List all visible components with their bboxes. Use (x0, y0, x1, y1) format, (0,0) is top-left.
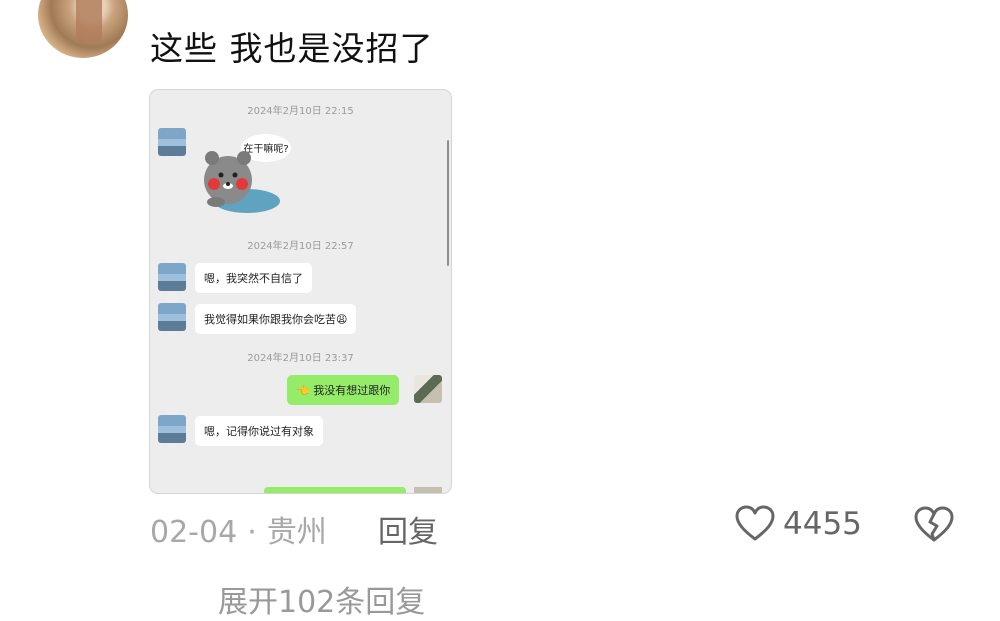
comment-location: 贵州 (266, 515, 327, 550)
chat-message-cutoff (264, 487, 406, 493)
chat-avatar (158, 263, 186, 291)
chat-message: 我觉得如果你跟我你会吃苦😩 (195, 304, 357, 334)
chat-screenshot-image[interactable]: 2024年2月10日 22:15 在干嘛呢? 2024年2月10日 22:57 … (149, 89, 452, 494)
dislike-button[interactable] (914, 506, 954, 548)
like-button[interactable]: 4455 (735, 505, 862, 543)
chat-avatar-cutoff (414, 487, 442, 493)
sticker-text: 在干嘛呢? (243, 142, 288, 155)
chat-avatar (158, 303, 186, 331)
heart-outline-icon[interactable] (735, 505, 775, 543)
bear-sticker-icon: 在干嘛呢? (204, 134, 291, 213)
like-count: 4455 (783, 506, 862, 542)
chat-message-self: 👈 我没有想过跟你 (287, 375, 400, 405)
comment-meta: 02-04 · 贵州 (150, 507, 327, 551)
expand-replies-button[interactable]: 展开102条回复 (218, 577, 425, 621)
chat-timestamp: 2024年2月10日 23:37 (247, 353, 354, 364)
commenter-avatar[interactable] (38, 0, 128, 58)
comment-date: 02-04 (150, 515, 238, 550)
comment-text: 这些 我也是没招了 (150, 29, 434, 68)
meta-separator: · (247, 515, 257, 550)
chat-message: 嗯，记得你说过有对象 (195, 416, 323, 446)
chat-timestamp: 2024年2月10日 22:15 (247, 106, 354, 117)
chat-message: 嗯，我突然不自信了 (195, 263, 312, 293)
chat-avatar (158, 128, 186, 156)
reply-button[interactable]: 回复 (378, 507, 438, 551)
broken-heart-icon[interactable] (914, 506, 954, 544)
chat-avatar-self (414, 375, 442, 403)
chat-timestamp: 2024年2月10日 22:57 (247, 241, 354, 252)
chat-avatar (158, 415, 186, 443)
